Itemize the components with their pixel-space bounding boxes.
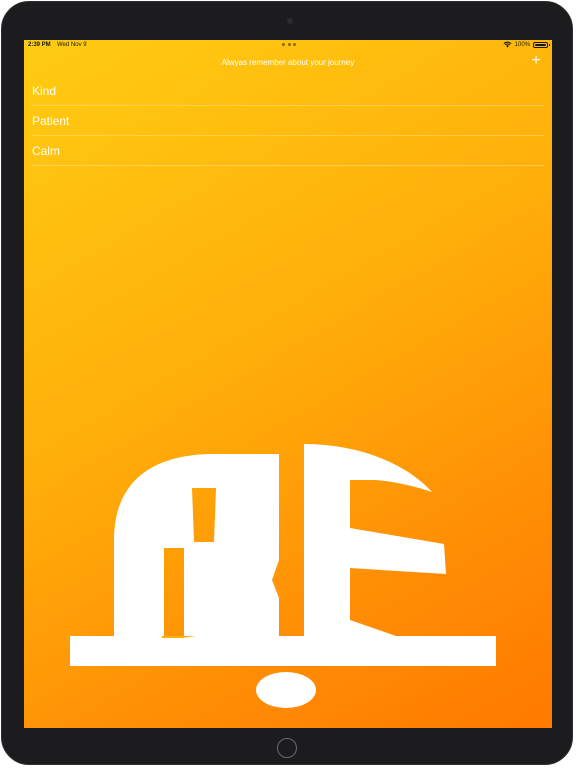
logo-letter-b bbox=[114, 454, 279, 636]
home-button[interactable] bbox=[277, 738, 297, 758]
front-camera bbox=[287, 18, 293, 24]
app-screen: 2:39 PM Wed Nov 9 100% Alwyas remember a… bbox=[24, 40, 552, 728]
logo-base-bar bbox=[70, 636, 496, 666]
be-logo bbox=[70, 444, 496, 708]
ipad-device: 2:39 PM Wed Nov 9 100% Alwyas remember a… bbox=[0, 0, 576, 768]
logo-letter-e bbox=[304, 444, 446, 636]
logo-dot bbox=[256, 672, 316, 708]
